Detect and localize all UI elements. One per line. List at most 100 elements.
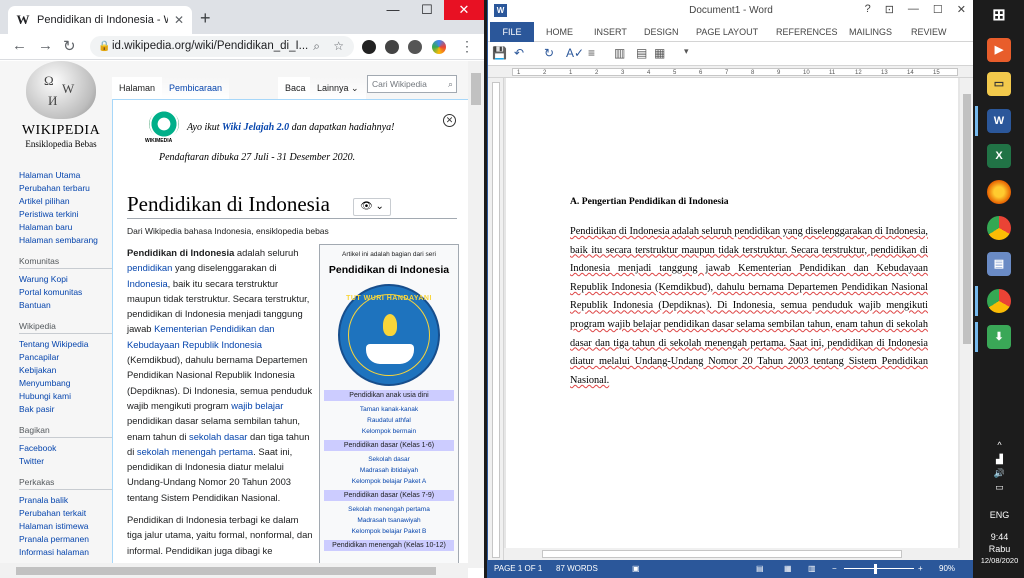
link-pendidikan[interactable]: pendidikan <box>127 262 172 273</box>
address-bar[interactable]: 🔒 id.wikipedia.org/wiki/Pendidikan_di_I.… <box>90 36 354 57</box>
minimize-button[interactable]: — <box>376 0 410 20</box>
download-manager-icon[interactable]: ⬇ <box>987 325 1011 349</box>
sidebar-link[interactable]: Halaman sembarang <box>19 234 119 247</box>
reload-icon[interactable]: ↻ <box>63 37 76 55</box>
firefox-icon[interactable] <box>987 180 1011 204</box>
word-taskbar-icon[interactable]: W <box>987 109 1011 133</box>
sidebar-link[interactable]: Perubahan terbaru <box>19 182 119 195</box>
sidebar-link[interactable]: Bantuan <box>19 299 119 312</box>
wikipedia-logo[interactable]: ΩWИ WIKIPEDIA Ensiklopedia Bebas <box>19 61 103 149</box>
word-count[interactable]: 87 WORDS <box>556 560 598 578</box>
extension-icon[interactable] <box>408 40 422 54</box>
profile-avatar[interactable] <box>432 40 446 54</box>
ribbon-tab-mailings[interactable]: MAILINGS <box>849 22 892 42</box>
sidebar-link[interactable]: Warung Kopi <box>19 273 119 286</box>
sidebar-link[interactable]: Pancapilar <box>19 351 119 364</box>
sidebar-link[interactable]: Halaman istimewa <box>19 520 119 533</box>
customize-qat-icon[interactable]: ▾ <box>684 46 689 57</box>
page-icon[interactable]: ▤ <box>636 46 647 60</box>
vertical-ruler[interactable] <box>488 78 504 560</box>
tut-wuri-handayani-emblem-icon[interactable]: TUT WURI HANDAYANI <box>338 284 440 386</box>
page-count[interactable]: PAGE 1 OF 1 <box>494 560 542 578</box>
sidebar-link[interactable]: Halaman baru <box>19 221 119 234</box>
tab-pembicaraan[interactable]: Pembicaraan <box>162 77 230 99</box>
paragraph-spacing-icon[interactable]: ≡ <box>588 46 595 60</box>
sidebar-link[interactable]: Pranala balik <box>19 494 119 507</box>
format-icon[interactable]: ▦ <box>654 46 665 60</box>
battery-icon[interactable]: ▭ <box>975 480 1024 494</box>
redo-icon[interactable]: ↻ <box>544 46 554 60</box>
infobox-item[interactable]: Kelompok belajar Paket B <box>320 526 458 537</box>
sidebar-link[interactable]: Pranala permanen <box>19 533 119 546</box>
windows-start-icon[interactable]: ⊞ <box>987 4 1011 28</box>
file-explorer-icon[interactable]: ▭ <box>987 72 1011 96</box>
media-player-icon[interactable]: ▶ <box>987 38 1011 62</box>
document-paragraph[interactable]: Pendidikan di Indonesia adalah seluruh p… <box>570 223 928 390</box>
infobox-item[interactable]: Sekolah dasar <box>320 454 458 465</box>
link-wajib-belajar[interactable]: wajib belajar <box>231 400 283 411</box>
wikipedia-search-input[interactable]: Cari Wikipedia ⌕ <box>367 75 457 93</box>
help-button[interactable]: ? <box>865 3 871 16</box>
volume-icon[interactable]: 🔊 <box>975 466 1024 480</box>
zoom-in-icon[interactable]: + <box>918 560 923 578</box>
web-layout-icon[interactable]: ▥ <box>808 560 816 578</box>
close-window-button[interactable]: ✕ <box>444 0 484 20</box>
new-tab-button[interactable]: + <box>200 9 211 27</box>
horizontal-scrollbar[interactable] <box>0 563 468 578</box>
infobox-item[interactable]: Taman kanak-kanak <box>320 404 458 415</box>
sidebar-link[interactable]: Peristiwa terkini <box>19 208 119 221</box>
sidebar-link[interactable]: Hubungi kami <box>19 390 119 403</box>
zoom-slider[interactable] <box>844 568 914 569</box>
infobox-item[interactable]: Sekolah menengah pertama <box>320 504 458 515</box>
sidebar-link[interactable]: Tentang Wikipedia <box>19 338 119 351</box>
sidebar-link[interactable]: Informasi halaman <box>19 546 119 559</box>
ribbon-tab-home[interactable]: HOME <box>546 22 573 42</box>
clock-time[interactable]: 9:44 <box>975 530 1024 544</box>
link-sekolah-dasar[interactable]: sekolah dasar <box>189 431 247 442</box>
sidebar-link[interactable]: Bak pasir <box>19 403 119 416</box>
tab-close-icon[interactable]: ✕ <box>174 13 184 27</box>
sidebar-link[interactable]: Halaman Utama <box>19 169 119 182</box>
wiki-jelajah-link[interactable]: Wiki Jelajah 2.0 <box>222 122 289 133</box>
sidebar-link[interactable]: Artikel pilihan <box>19 195 119 208</box>
watch-eye-icon[interactable]: 👁 ⌄ <box>353 198 391 216</box>
undo-icon[interactable]: ↶ <box>514 46 524 60</box>
infobox-item[interactable]: Madrasah tsanawiyah <box>320 515 458 526</box>
clock-day[interactable]: Rabu <box>975 544 1024 555</box>
infobox-item[interactable]: Kelompok belajar Paket A <box>320 476 458 487</box>
infobox-section[interactable]: Pendidikan dasar (Kelas 1-6) <box>324 440 454 451</box>
forward-arrow-icon[interactable]: → <box>38 37 53 54</box>
back-arrow-icon[interactable]: ← <box>12 37 27 54</box>
extension-icon[interactable] <box>385 40 399 54</box>
ribbon-tab-insert[interactable]: INSERT <box>594 22 627 42</box>
maximize-button[interactable]: ☐ <box>410 0 444 20</box>
zoom-out-icon[interactable]: − <box>832 560 837 578</box>
infobox-section[interactable]: Pendidikan anak usia dini <box>324 390 454 401</box>
tab-baca[interactable]: Baca <box>278 77 313 99</box>
save-icon[interactable]: 💾 <box>492 46 507 60</box>
infobox-item[interactable]: Madrasah ibtidaiyah <box>320 465 458 476</box>
infobox-item[interactable]: Raudatul athfal <box>320 415 458 426</box>
ribbon-display-icon[interactable]: ⊡ <box>885 3 894 16</box>
read-mode-icon[interactable]: ▤ <box>756 560 764 578</box>
document-page[interactable]: A. Pengertian Pendidikan di Indonesia Pe… <box>506 78 958 548</box>
excel-taskbar-icon[interactable]: X <box>987 144 1011 168</box>
search-icon[interactable]: ⌕ <box>313 36 320 57</box>
link-smp[interactable]: sekolah menengah pertama <box>137 446 253 457</box>
chrome-icon[interactable] <box>987 216 1011 240</box>
zoom-level[interactable]: 90% <box>939 560 955 578</box>
infobox-item[interactable]: Kelompok bermain <box>320 426 458 437</box>
spelling-icon[interactable]: A✓ <box>566 46 584 60</box>
proofing-icon[interactable]: ▣ <box>632 560 640 578</box>
sidebar-link[interactable]: Facebook <box>19 442 119 455</box>
search-icon[interactable]: ⌕ <box>448 76 453 92</box>
sidebar-link[interactable]: Twitter <box>19 455 119 468</box>
zoom-slider-thumb[interactable] <box>874 564 877 574</box>
horizontal-scrollbar[interactable] <box>504 548 973 560</box>
sidebar-link[interactable]: Kebijakan <box>19 364 119 377</box>
extension-icon[interactable] <box>362 40 376 54</box>
tab-halaman[interactable]: Halaman <box>112 77 163 99</box>
network-icon[interactable]: ▟ <box>975 452 1024 466</box>
vertical-scrollbar[interactable] <box>468 61 484 568</box>
sidebar-link[interactable]: Menyumbang <box>19 377 119 390</box>
